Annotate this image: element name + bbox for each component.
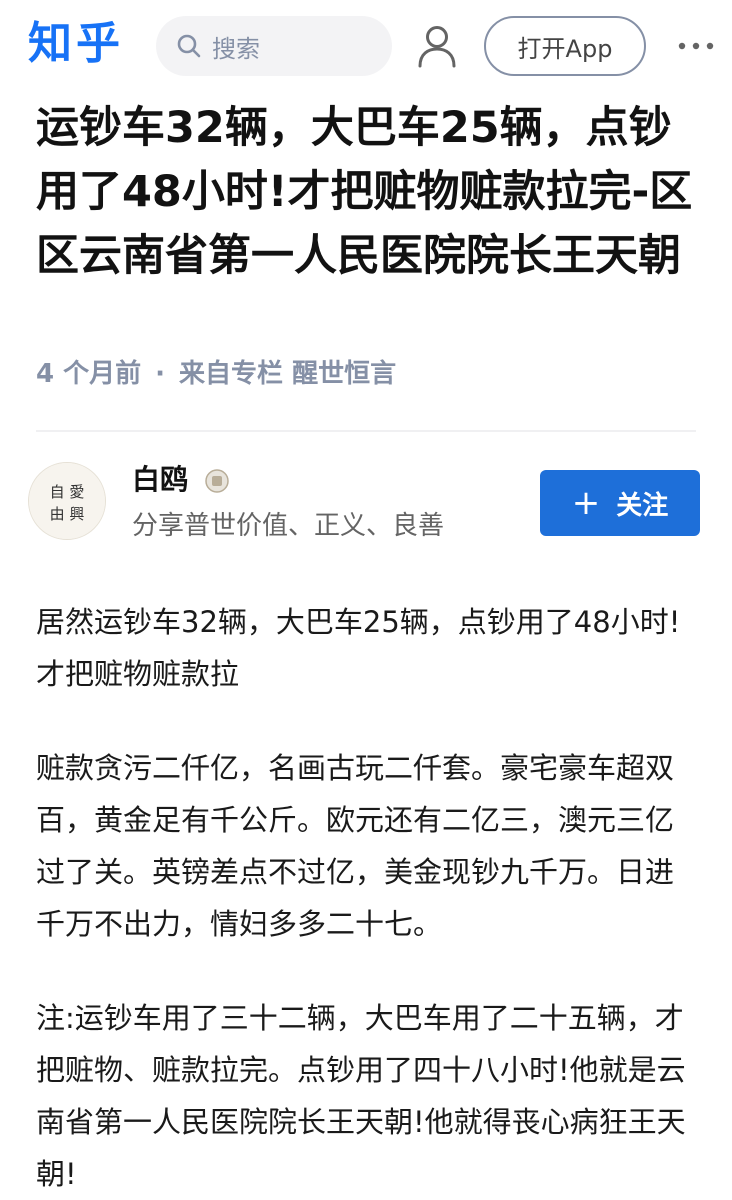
top-bar: 知乎 搜索 打开App (0, 0, 732, 92)
author-bio: 分享普世价值、正义、良善 (132, 511, 445, 541)
open-app-button[interactable]: 打开App (484, 16, 646, 76)
source-prefix: 来自专栏 (179, 359, 284, 389)
search-box[interactable]: 搜索 (156, 16, 392, 76)
search-icon (177, 34, 201, 58)
column-link[interactable]: 醒世恒言 (292, 359, 396, 389)
follow-button[interactable]: + 关注 (540, 470, 700, 536)
verified-badge-icon (205, 469, 229, 493)
plus-icon: + (571, 483, 601, 523)
more-icon[interactable] (676, 36, 716, 56)
meta-separator: · (155, 359, 166, 389)
avatar-calligraphy-top: 自 愛 (50, 483, 85, 501)
divider (36, 430, 696, 432)
author-name[interactable]: 白鸥 (132, 460, 188, 500)
search-placeholder: 搜索 (212, 34, 260, 63)
publish-time: 4 个月前 (36, 359, 142, 389)
article-content: 居然运钞车32辆，大巴车25辆，点钞用了48小时!才把赃物赃款拉 赃款贪污二仟亿… (36, 596, 702, 1200)
zhihu-logo[interactable]: 知乎 (28, 14, 124, 74)
avatar-image: 自 愛 由 興 (29, 463, 105, 539)
article-title: 运钞车32辆，大巴车25辆，点钞用了48小时!才把赃物赃款拉完-区区云南省第一人… (36, 103, 693, 281)
paragraph-1: 居然运钞车32辆，大巴车25辆，点钞用了48小时!才把赃物赃款拉 (36, 605, 681, 691)
paragraph-3: 注:运钞车用了三十二辆，大巴车用了二十五辆，才把赃物、赃款拉完。点钞用了四十八小… (36, 1001, 686, 1191)
user-icon[interactable] (416, 24, 458, 68)
paragraph-2: 赃款贪污二仟亿，名画古玩二仟套。豪宅豪车超双百，黄金足有千公斤。欧元还有二亿三，… (36, 751, 675, 941)
avatar[interactable]: 自 愛 由 興 (28, 462, 106, 540)
avatar-calligraphy-bottom: 由 興 (50, 505, 85, 523)
follow-label: 关注 (616, 490, 669, 521)
article-meta: 4 个月前 · 来自专栏 醒世恒言 (36, 354, 396, 394)
